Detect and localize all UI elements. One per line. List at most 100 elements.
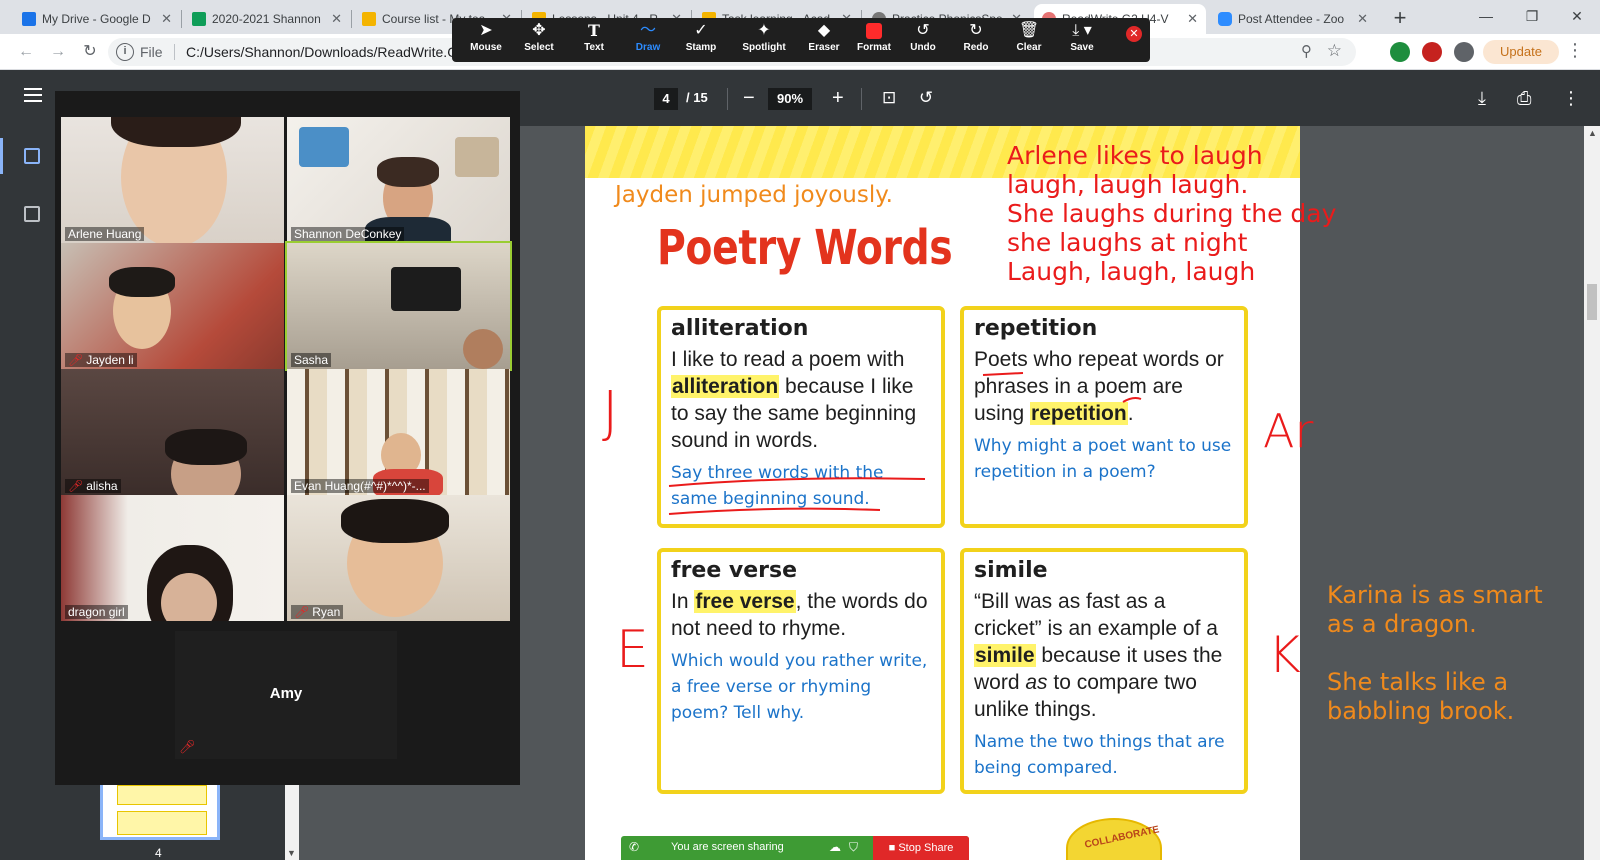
tool-undo[interactable]: ↺ Undo [903, 21, 943, 61]
tool-mouse[interactable]: ➤ Mouse [466, 21, 506, 61]
update-button[interactable]: Update [1483, 40, 1559, 64]
zoom-level-input[interactable]: 90% [768, 88, 812, 110]
tool-text[interactable]: T Text [574, 21, 614, 61]
extension-icon[interactable] [1390, 42, 1410, 62]
tab-separator [181, 10, 182, 28]
document-scrollbar[interactable]: ▲ [1584, 126, 1600, 860]
video-tile[interactable]: Arlene Huang [61, 117, 284, 243]
forward-button[interactable]: → [46, 40, 70, 64]
minimize-button[interactable]: — [1463, 0, 1509, 34]
reload-button[interactable]: ↻ [78, 40, 102, 64]
video-tile[interactable]: 🎤︎ Jayden li [61, 243, 284, 369]
browser-tab[interactable]: 2020-2021 Shannon ✕ [184, 4, 350, 34]
close-annotation-icon[interactable]: ✕ [1126, 26, 1142, 42]
bookmark-star-icon[interactable]: ☆ [1327, 41, 1342, 61]
browser-tab[interactable]: Post Attendee - Zoo ✕ [1210, 4, 1376, 34]
rotate-icon[interactable]: ↺ [919, 86, 933, 110]
thumbnails-icon[interactable] [24, 148, 40, 164]
participant-name: 🎤︎ Ryan [291, 605, 344, 619]
close-icon[interactable]: ✕ [161, 11, 172, 27]
tool-label: Undo [910, 42, 936, 53]
annotation-line: she laughs at night [1007, 228, 1248, 257]
zoom-in-icon[interactable]: + [832, 86, 844, 110]
puzzle-icon[interactable] [1454, 42, 1474, 62]
browser-tab[interactable]: My Drive - Google D ✕ [14, 4, 180, 34]
participant-name-text: Jayden li [86, 353, 134, 367]
participant-name-text: Evan Huang(#^#)*^^)*-... [294, 479, 426, 493]
participant-name-text: Shannon DeConkey [294, 227, 402, 241]
video-tile[interactable]: Evan Huang(#^#)*^^)*-... [287, 369, 510, 495]
participant-name-text: dragon girl [68, 605, 125, 619]
zoom-out-icon[interactable]: − [743, 86, 755, 110]
video-tile-active-speaker[interactable]: Sasha [285, 241, 512, 371]
info-icon[interactable]: i [116, 43, 134, 61]
close-icon[interactable]: ✕ [331, 11, 342, 27]
tool-format[interactable]: Format [854, 21, 894, 61]
underline-stroke [668, 477, 926, 487]
cursor-icon: ➤ [479, 22, 493, 39]
video-tile[interactable]: Shannon DeConkey [287, 117, 510, 243]
cloud-icon: ☁ [829, 840, 841, 854]
tab-separator [351, 10, 352, 28]
tab-label: My Drive - Google D [42, 12, 151, 26]
tool-label: Redo [963, 42, 989, 53]
new-tab-button[interactable]: + [1387, 6, 1413, 32]
tool-clear[interactable]: 🗑 Clear [1009, 21, 1049, 61]
stop-share-button[interactable]: ■ Stop Share [873, 836, 969, 860]
tool-label: Draw [635, 42, 661, 53]
participant-name: Shannon DeConkey [291, 227, 405, 241]
more-options-icon[interactable]: ⋮ [1562, 86, 1580, 110]
participant-name: Sasha [291, 353, 332, 367]
tool-select[interactable]: ✥ Select [519, 21, 559, 61]
close-icon[interactable]: ✕ [1187, 11, 1198, 27]
tool-stamp[interactable]: ✓ Stamp [681, 21, 721, 61]
tool-eraser[interactable]: ◆ Eraser [804, 21, 844, 61]
annotation-line: Karina is as smart [1327, 581, 1543, 609]
video-tile[interactable]: dragon girl [61, 495, 284, 621]
muted-mic-icon: 🎤︎ [68, 353, 84, 367]
trash-icon: 🗑 [1018, 22, 1040, 39]
thumbnail-block [117, 811, 207, 835]
participant-name-text: Sasha [294, 353, 329, 367]
tool-label: Save [1070, 42, 1094, 53]
participant-name: dragon girl [65, 605, 128, 619]
stop-share-label: Stop Share [898, 842, 954, 854]
video-tile[interactable]: 🎤︎ alisha [61, 369, 284, 495]
scroll-down-icon[interactable]: ▼ [287, 848, 296, 858]
restore-button[interactable]: ❐ [1509, 0, 1555, 34]
phone-icon: ✆ [629, 840, 640, 854]
scroll-up-icon[interactable]: ▲ [1588, 128, 1597, 138]
tool-spotlight[interactable]: ✦ Spotlight [736, 21, 792, 61]
muted-mic-icon: 🎤︎ [294, 605, 310, 619]
underline-stroke [668, 507, 881, 515]
close-window-button[interactable]: ✕ [1554, 0, 1600, 34]
participant-video [455, 137, 499, 177]
thumbnail-block [117, 785, 207, 805]
audio-only-tile[interactable]: Amy 🎤︎ [175, 631, 397, 759]
back-button[interactable]: ← [14, 40, 38, 64]
video-tile[interactable]: 🎤︎ Ryan [287, 495, 510, 621]
participant-name-text: Arlene Huang [68, 227, 142, 241]
fit-page-icon[interactable]: ⊡ [882, 86, 896, 110]
annotation-line: She laughs during the day [1007, 199, 1337, 228]
close-icon[interactable]: ✕ [1357, 11, 1368, 27]
page-thumbnail[interactable] [100, 780, 220, 840]
draw-icon: 〜 [639, 22, 656, 39]
print-icon[interactable]: ⎙ [1517, 86, 1531, 110]
annotation-line: Laugh, laugh, laugh [1007, 257, 1256, 286]
download-icon[interactable]: ⤓ [1478, 86, 1486, 110]
page-number-input[interactable]: 4 [654, 88, 678, 110]
page-total: / 15 [686, 90, 708, 105]
tool-redo[interactable]: ↻ Redo [956, 21, 996, 61]
browser-menu-icon[interactable]: ⋮ [1566, 40, 1584, 61]
annotation-spacer [1327, 639, 1543, 668]
tool-save[interactable]: ⤓ ▾ Save [1062, 21, 1102, 61]
menu-icon[interactable] [24, 88, 42, 106]
zoom-magnifier-icon[interactable]: ⚲ [1301, 42, 1312, 60]
annotation-letter-j: J [602, 380, 619, 445]
outline-icon[interactable] [24, 206, 40, 222]
scrollbar-thumb[interactable] [1587, 284, 1597, 320]
participant-name-text: Ryan [312, 605, 341, 619]
tool-draw[interactable]: 〜 Draw [628, 21, 668, 61]
ublock-icon[interactable] [1422, 42, 1442, 62]
